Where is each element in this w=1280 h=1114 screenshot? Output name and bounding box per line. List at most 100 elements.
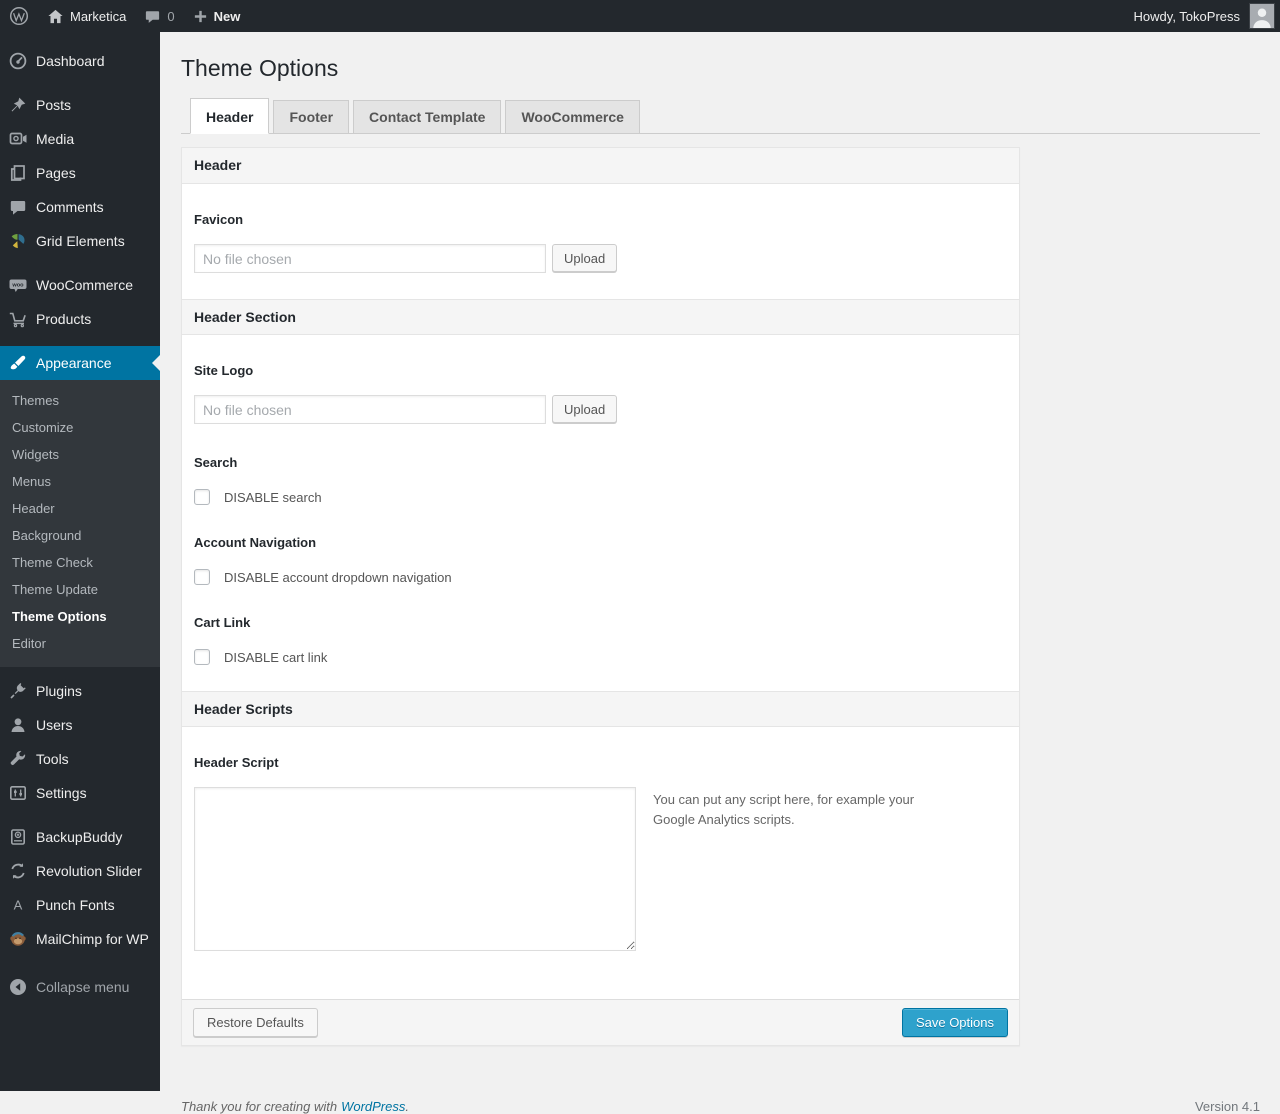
pages-icon (8, 163, 28, 183)
save-options-button[interactable]: Save Options (901, 1008, 1008, 1037)
submenu-item-theme-options[interactable]: Theme Options (0, 603, 160, 630)
disable-account-nav-checkbox[interactable] (194, 569, 210, 585)
disable-cart-link-text: DISABLE cart link (224, 649, 328, 665)
section-header-header: Header (182, 148, 1019, 184)
section-header-header-section: Header Section (182, 299, 1019, 335)
sidebar-item-products[interactable]: Products (0, 302, 160, 336)
disable-search-checkbox[interactable] (194, 489, 210, 505)
site-menu[interactable]: Marketica (38, 0, 135, 32)
sidebar-label: Punch Fonts (36, 897, 115, 913)
footer-thanks: Thank you for creating with WordPress. (181, 1099, 409, 1114)
camera-icon (8, 129, 28, 149)
avatar[interactable] (1249, 3, 1275, 29)
submenu-item-background[interactable]: Background (0, 522, 160, 549)
sidebar-item-revolution-slider[interactable]: Revolution Slider (0, 854, 160, 888)
wrench-icon (8, 749, 28, 769)
sidebar-item-media[interactable]: Media (0, 122, 160, 156)
sidebar-label: WooCommerce (36, 277, 133, 293)
section-body-header-scripts: Header Script You can put any script her… (182, 755, 1019, 999)
sidebar-label: Settings (36, 785, 87, 801)
sidebar-item-pages[interactable]: Pages (0, 156, 160, 190)
backup-drive-icon (8, 827, 28, 847)
favicon-upload-button[interactable]: Upload (552, 244, 618, 272)
site-name: Marketica (70, 8, 127, 24)
site-logo-file-input[interactable] (194, 395, 546, 424)
admin-sidebar: Dashboard Posts Media Pages Comments Gri… (0, 32, 160, 1091)
submenu-item-widgets[interactable]: Widgets (0, 441, 160, 468)
home-icon (47, 8, 64, 25)
comment-bubble-icon (144, 8, 161, 25)
header-script-help-text: You can put any script here, for example… (653, 792, 915, 828)
footer-thanks-text: Thank you for creating with (181, 1099, 338, 1114)
theme-options-panel: Header Favicon Upload Header Section Sit… (181, 147, 1020, 1046)
sidebar-item-grid-elements[interactable]: Grid Elements (0, 224, 160, 258)
main-content: Theme Options Header Footer Contact Templa… (160, 32, 1280, 1114)
header-script-textarea[interactable] (194, 787, 636, 951)
plus-icon (193, 9, 208, 24)
tab-footer[interactable]: Footer (273, 100, 350, 134)
sidebar-label: Appearance (36, 355, 112, 371)
sidebar-item-settings[interactable]: Settings (0, 776, 160, 810)
restore-defaults-button[interactable]: Restore Defaults (193, 1008, 318, 1037)
sidebar-label: Posts (36, 97, 72, 113)
tab-bar: Header Footer Contact Template WooCommerce (181, 98, 1260, 134)
site-logo-upload-button[interactable]: Upload (552, 395, 618, 423)
submenu-item-menus[interactable]: Menus (0, 468, 160, 495)
sidebar-item-appearance[interactable]: Appearance (0, 346, 160, 380)
sliders-icon (8, 783, 28, 803)
collapse-menu-button[interactable]: Collapse menu (0, 970, 160, 1004)
submenu-item-header[interactable]: Header (0, 495, 160, 522)
submenu-item-customize[interactable]: Customize (0, 414, 160, 441)
tab-woocommerce[interactable]: WooCommerce (505, 100, 640, 134)
sidebar-item-dashboard[interactable]: Dashboard (0, 44, 160, 78)
sidebar-label: Products (36, 311, 92, 327)
tab-header[interactable]: Header (190, 98, 270, 134)
collapse-label: Collapse menu (36, 979, 130, 995)
favicon-file-input[interactable] (194, 244, 546, 273)
sidebar-item-backupbuddy[interactable]: BackupBuddy (0, 820, 160, 854)
new-label: New (213, 8, 241, 24)
sidebar-label: Pages (36, 165, 76, 181)
plug-icon (8, 681, 28, 701)
section-body-header: Favicon Upload (182, 212, 1019, 299)
submenu-item-editor[interactable]: Editor (0, 630, 160, 657)
sidebar-item-plugins[interactable]: Plugins (0, 674, 160, 708)
sidebar-item-posts[interactable]: Posts (0, 88, 160, 122)
disable-cart-link-checkbox[interactable] (194, 649, 210, 665)
version-text: Version 4.1 (1194, 1099, 1260, 1114)
submenu-item-theme-update[interactable]: Theme Update (0, 576, 160, 603)
sidebar-item-comments[interactable]: Comments (0, 190, 160, 224)
section-header-header-scripts: Header Scripts (182, 691, 1019, 727)
collapse-arrow-icon (8, 977, 28, 997)
sidebar-item-woocommerce[interactable]: woo WooCommerce (0, 268, 160, 302)
comment-bubble-icon (8, 197, 28, 217)
wordpress-logo-icon (9, 6, 29, 26)
page-title: Theme Options (181, 55, 339, 81)
tab-contact-template[interactable]: Contact Template (353, 100, 502, 134)
wordpress-link[interactable]: WordPress (341, 1099, 405, 1114)
wordpress-logo-menu[interactable] (0, 0, 38, 32)
comments-menu[interactable]: 0 (135, 0, 183, 32)
sidebar-label: MailChimp for WP (36, 931, 149, 947)
sidebar-item-mailchimp[interactable]: MailChimp for WP (0, 922, 160, 956)
sidebar-item-tools[interactable]: Tools (0, 742, 160, 776)
panel-footer: Restore Defaults Save Options (182, 999, 1019, 1045)
disable-account-nav-text: DISABLE account dropdown navigation (224, 569, 452, 585)
sidebar-item-users[interactable]: Users (0, 708, 160, 742)
sidebar-label: BackupBuddy (36, 829, 123, 845)
submenu-item-themes[interactable]: Themes (0, 387, 160, 414)
admin-bar: Marketica 0 New Howdy, TokoPress (0, 0, 1280, 32)
page-footer: Thank you for creating with WordPress. Ve… (181, 1099, 1260, 1114)
sidebar-label: Plugins (36, 683, 82, 699)
brush-icon (8, 353, 28, 373)
account-menu[interactable]: Howdy, TokoPress (1125, 0, 1242, 32)
new-content-menu[interactable]: New (184, 0, 250, 32)
disable-search-text: DISABLE search (224, 489, 322, 505)
sidebar-item-punch-fonts[interactable]: A Punch Fonts (0, 888, 160, 922)
pushpin-icon (8, 95, 28, 115)
sidebar-label: Dashboard (36, 53, 105, 69)
dashboard-icon (8, 51, 28, 71)
account-navigation-label: Account Navigation (194, 535, 317, 550)
submenu-item-theme-check[interactable]: Theme Check (0, 549, 160, 576)
cart-link-label: Cart Link (194, 615, 251, 630)
